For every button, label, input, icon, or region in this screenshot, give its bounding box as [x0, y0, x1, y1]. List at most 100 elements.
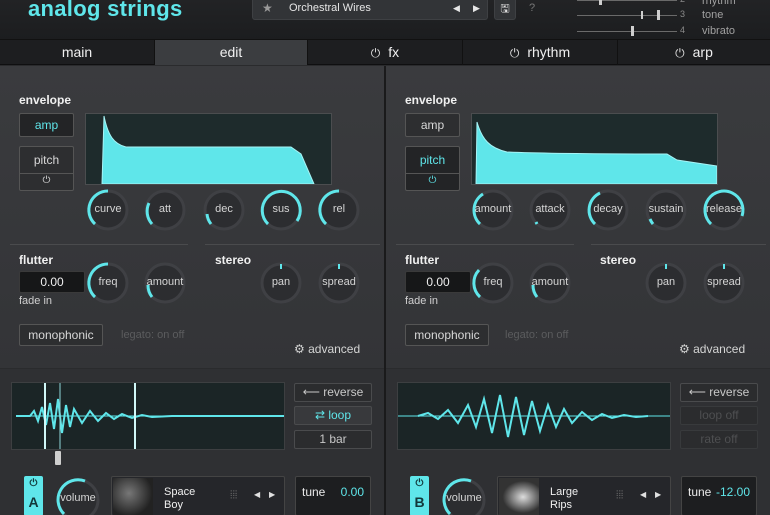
decay-knob[interactable]: dec — [202, 188, 246, 232]
attack-knob[interactable]: attack — [528, 188, 572, 232]
preset-browser[interactable]: ★ Orchestral Wires ◀ ▶ — [252, 0, 488, 20]
tune-value[interactable]: 0.00 — [341, 485, 364, 499]
legato-toggle[interactable]: legato: on off — [505, 329, 568, 341]
app-logo: analog strings — [28, 0, 183, 21]
waveform — [398, 394, 670, 438]
tab-arp[interactable]: ⏻ arp — [618, 40, 770, 65]
macro-label-rhythm: rhythm — [702, 0, 736, 7]
slider-thumb[interactable] — [599, 0, 602, 5]
help-button[interactable]: ? — [529, 2, 535, 14]
volume-knob[interactable]: volume — [441, 477, 487, 515]
preset-prev-button[interactable]: ◀ — [453, 3, 460, 14]
slider-thumb[interactable] — [631, 26, 634, 36]
monophonic-button[interactable]: monophonic — [405, 324, 489, 346]
pitch-button[interactable]: pitch ⏻ — [405, 146, 460, 191]
sample-thumbnail — [113, 478, 153, 515]
power-icon[interactable]: ⏻ — [510, 46, 520, 60]
curve-knob[interactable]: curve — [86, 188, 130, 232]
power-icon[interactable]: ⏻ — [410, 478, 429, 489]
separator — [10, 244, 188, 245]
macro-slider-vibrato[interactable]: 4 — [577, 25, 686, 36]
tune-value[interactable]: -12.00 — [716, 485, 750, 499]
release-knob[interactable]: release — [702, 188, 746, 232]
layer-a-sample-panel: ⟵ reverse ⇄ loop 1 bar ⏻ A volume Space Bo… — [0, 369, 384, 515]
waveform-display[interactable] — [397, 382, 671, 450]
sample-prev-button[interactable]: ◀ — [640, 490, 646, 499]
power-icon[interactable]: ⏻ — [20, 173, 73, 186]
monophonic-button[interactable]: monophonic — [19, 324, 103, 346]
sample-next-button[interactable]: ▶ — [655, 490, 661, 499]
macro-slider-rhythm[interactable]: 2 — [577, 0, 685, 5]
preset-next-button[interactable]: ▶ — [473, 3, 480, 14]
layer-b-slot-button[interactable]: ⏻ B — [410, 476, 429, 515]
knob-label: volume — [446, 492, 482, 504]
star-icon[interactable]: ★ — [262, 1, 273, 15]
stereo-label: stereo — [600, 253, 637, 267]
amount-knob[interactable]: amount — [471, 188, 515, 232]
tab-edit[interactable]: edit — [155, 40, 308, 65]
amp-envelope-display[interactable] — [85, 113, 332, 185]
sample-next-button[interactable]: ▶ — [269, 490, 275, 499]
sustain-knob[interactable]: sustain — [644, 188, 688, 232]
tune-field[interactable]: tune -12.00 — [681, 476, 757, 515]
layer-a-slot-button[interactable]: ⏻ A — [24, 476, 43, 515]
reverse-button[interactable]: ⟵ reverse — [680, 383, 758, 402]
knob-label: volume — [60, 492, 96, 504]
fade-in-label: fade in — [19, 295, 53, 307]
tab-label: edit — [219, 44, 243, 60]
flutter-freq-knob[interactable]: freq — [86, 261, 130, 305]
separator — [205, 244, 380, 245]
sample-selector[interactable]: Space Boy ⦙⦙⦙ ◀ ▶ — [111, 476, 285, 515]
power-icon[interactable]: ⏻ — [371, 46, 381, 60]
power-icon[interactable]: ⏻ — [24, 478, 43, 489]
tune-field[interactable]: tune 0.00 — [295, 476, 371, 515]
attack-knob[interactable]: att — [143, 188, 187, 232]
macro-number: 3 — [680, 9, 686, 19]
save-icon[interactable]: 🖫 — [494, 0, 516, 20]
envelope-curve — [101, 115, 315, 184]
pitch-envelope-display[interactable] — [471, 113, 718, 185]
knob-label: pan — [656, 276, 676, 288]
sustain-knob[interactable]: sus — [259, 188, 303, 232]
rate-button[interactable]: rate off — [680, 430, 758, 449]
loop-button[interactable]: ⇄ loop — [294, 406, 372, 425]
knob-label: curve — [94, 203, 122, 215]
spread-knob[interactable]: spread — [702, 261, 746, 305]
reverse-button[interactable]: ⟵ reverse — [294, 383, 372, 402]
sample-prev-button[interactable]: ◀ — [254, 490, 260, 499]
preset-name[interactable]: Orchestral Wires — [289, 2, 371, 14]
decay-knob[interactable]: decay — [586, 188, 630, 232]
power-icon[interactable]: ⏻ — [406, 173, 459, 186]
pitch-button[interactable]: pitch ⏻ — [19, 146, 74, 191]
flutter-freq-knob[interactable]: freq — [471, 261, 515, 305]
macro-slider-tone[interactable]: 3 — [577, 9, 686, 20]
loop-button[interactable]: loop off — [680, 406, 758, 425]
amp-button[interactable]: amp — [405, 113, 460, 137]
advanced-button[interactable]: ⚙ advanced — [294, 342, 360, 356]
tab-label: rhythm — [527, 44, 571, 60]
tab-rhythm[interactable]: ⏻ rhythm — [463, 40, 618, 65]
pan-knob[interactable]: pan — [259, 261, 303, 305]
loop-length-selector[interactable]: 1 bar — [294, 430, 372, 449]
advanced-label: advanced — [308, 342, 361, 356]
tab-main[interactable]: main — [0, 40, 155, 65]
slider-thumb[interactable] — [657, 10, 660, 20]
waveform-display[interactable] — [11, 382, 285, 450]
pan-knob[interactable]: pan — [644, 261, 688, 305]
sample-thumbnail — [499, 478, 539, 515]
macro-number: 4 — [680, 25, 686, 35]
sample-selector[interactable]: Large Rips ⦙⦙⦙ ◀ ▶ — [497, 476, 671, 515]
playhead-handle[interactable] — [55, 451, 61, 465]
power-icon[interactable]: ⏻ — [675, 46, 685, 60]
release-knob[interactable]: rel — [317, 188, 361, 232]
legato-toggle[interactable]: legato: on off — [121, 329, 184, 341]
volume-knob[interactable]: volume — [55, 477, 101, 515]
tab-fx[interactable]: ⏻ fx — [308, 40, 463, 65]
waveform — [16, 383, 284, 449]
flutter-amount-knob[interactable]: amount — [143, 261, 187, 305]
spread-knob[interactable]: spread — [317, 261, 361, 305]
flutter-amount-knob[interactable]: amount — [528, 261, 572, 305]
advanced-button[interactable]: ⚙ advanced — [679, 342, 745, 356]
tab-label: fx — [388, 44, 400, 60]
amp-button[interactable]: amp — [19, 113, 74, 137]
